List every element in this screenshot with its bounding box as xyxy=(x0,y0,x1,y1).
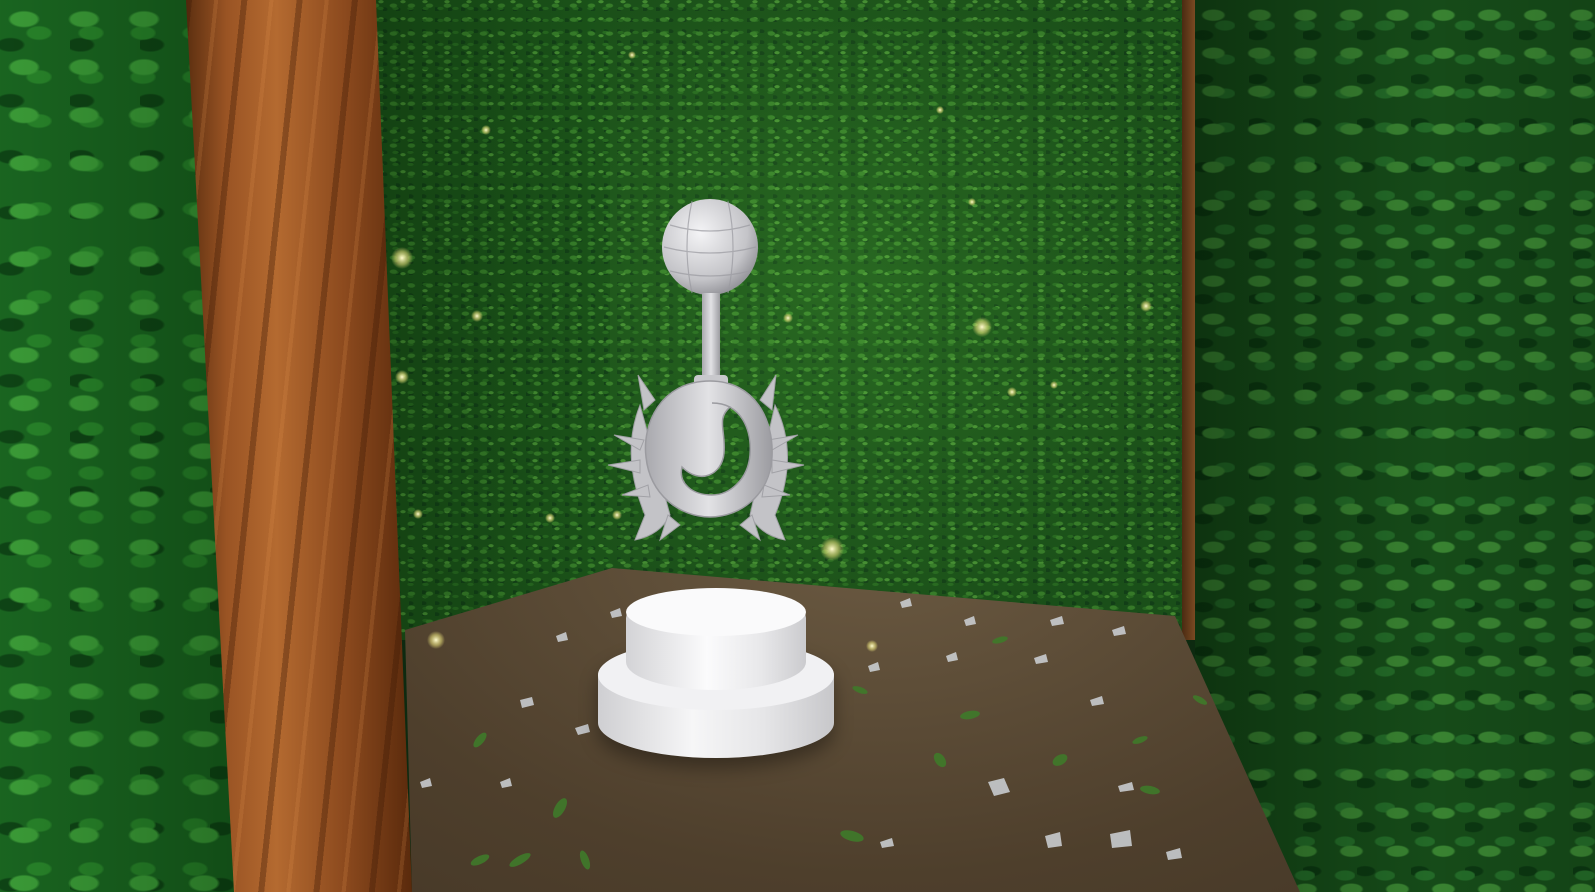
pedestal-top-cap xyxy=(626,588,806,636)
crescent-spiked-trophy-icon[interactable] xyxy=(600,195,810,565)
trophy-stem xyxy=(702,293,720,383)
trophy-orb xyxy=(662,199,758,295)
trophy-crescent-ring xyxy=(644,380,773,518)
game-scene xyxy=(0,0,1595,892)
